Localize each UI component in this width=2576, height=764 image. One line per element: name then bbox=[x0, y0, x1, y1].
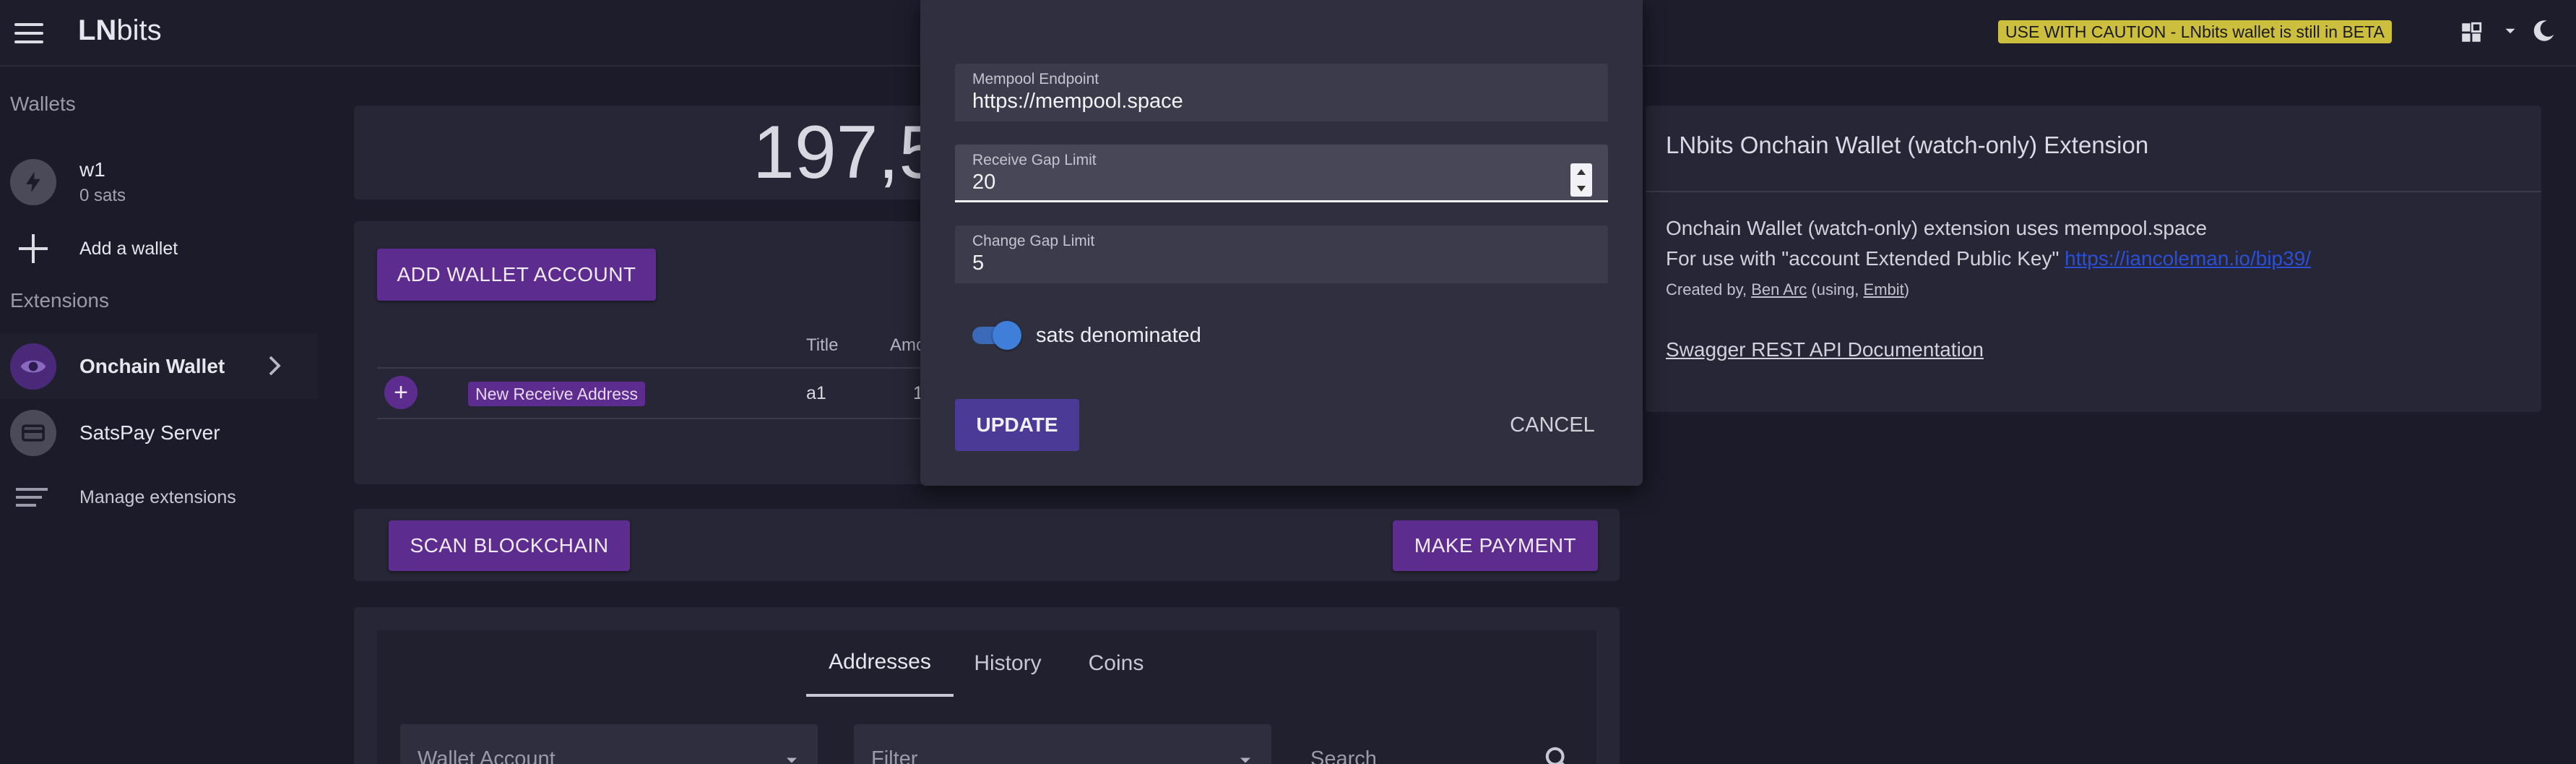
filter-select[interactable]: Filter bbox=[854, 724, 1271, 764]
actions-card: SCAN BLOCKCHAIN MAKE PAYMENT bbox=[354, 509, 1620, 581]
wallet-name: w1 bbox=[79, 158, 105, 181]
embit-link[interactable]: Embit bbox=[1864, 280, 1904, 299]
sats-denominated-label: sats denominated bbox=[1036, 324, 1201, 347]
add-wallet-item[interactable]: Add a wallet bbox=[0, 220, 318, 278]
beta-warning-badge: USE WITH CAUTION - LNbits wallet is stil… bbox=[1998, 20, 2392, 43]
wallet-account-select[interactable]: Wallet Account bbox=[400, 724, 818, 764]
wallets-heading: Wallets bbox=[10, 93, 76, 115]
onchain-wallet-label: Onchain Wallet bbox=[79, 355, 225, 377]
tab-addresses[interactable]: Addresses bbox=[806, 630, 954, 697]
receive-gap-limit-label: Receive Gap Limit bbox=[972, 152, 1097, 168]
cancel-button[interactable]: CANCEL bbox=[1484, 399, 1621, 451]
info-line-1: Onchain Wallet (watch-only) extension us… bbox=[1666, 217, 2208, 239]
app-logo[interactable]: LNbits bbox=[78, 14, 162, 47]
mempool-endpoint-value[interactable]: https://mempool.space bbox=[972, 90, 1183, 113]
sidebar-item-onchain-wallet[interactable]: Onchain Wallet bbox=[0, 334, 318, 399]
mempool-endpoint-field[interactable]: Mempool Endpoint https://mempool.space bbox=[955, 64, 1608, 121]
column-header-title: Title bbox=[806, 335, 839, 355]
extension-info-card: LNbits Onchain Wallet (watch-only) Exten… bbox=[1646, 106, 2541, 412]
menu-icon[interactable] bbox=[12, 16, 46, 51]
number-stepper[interactable] bbox=[1570, 163, 1592, 197]
satspay-label: SatsPay Server bbox=[79, 421, 220, 444]
tab-history[interactable]: History bbox=[954, 630, 1062, 697]
info-title: LNbits Onchain Wallet (watch-only) Exten… bbox=[1666, 132, 2149, 158]
chevron-right-icon bbox=[269, 356, 281, 376]
update-button[interactable]: UPDATE bbox=[955, 399, 1079, 451]
mempool-endpoint-label: Mempool Endpoint bbox=[972, 71, 1099, 87]
extensions-heading: Extensions bbox=[10, 289, 109, 312]
manage-extensions-item[interactable]: Manage extensions bbox=[0, 468, 318, 526]
receive-gap-limit-field[interactable]: Receive Gap Limit 20 bbox=[955, 145, 1608, 202]
list-lines-icon bbox=[16, 488, 51, 507]
sidebar-item-satspay-server[interactable]: SatsPay Server bbox=[0, 400, 318, 465]
sidebar: Wallets w1 0 sats Add a wallet Extension… bbox=[0, 66, 318, 764]
expand-row-icon[interactable]: + bbox=[384, 376, 418, 409]
tab-coins[interactable]: Coins bbox=[1062, 630, 1170, 697]
chevron-down-icon bbox=[787, 757, 797, 763]
stepper-up-icon[interactable] bbox=[1577, 168, 1586, 175]
sidebar-wallet-w1[interactable]: w1 0 sats bbox=[0, 146, 318, 218]
add-wallet-label: Add a wallet bbox=[79, 238, 178, 259]
info-line-2: For use with "account Extended Public Ke… bbox=[1666, 247, 2312, 270]
addresses-panel: Addresses History Coins Wallet Account F… bbox=[354, 607, 1620, 764]
moon-icon[interactable] bbox=[2530, 17, 2557, 45]
scan-blockchain-button[interactable]: SCAN BLOCKCHAIN bbox=[389, 520, 630, 571]
chevron-down-icon bbox=[1240, 757, 1250, 763]
tab-panel: Addresses History Coins Wallet Account F… bbox=[377, 630, 1596, 764]
add-wallet-account-button[interactable]: ADD WALLET ACCOUNT bbox=[377, 249, 656, 301]
settings-dialog: Mempool Endpoint https://mempool.space R… bbox=[920, 0, 1643, 486]
change-gap-limit-field[interactable]: Change Gap Limit 5 bbox=[955, 226, 1608, 283]
change-gap-limit-label: Change Gap Limit bbox=[972, 233, 1095, 249]
bip39-link[interactable]: https://iancoleman.io/bip39/ bbox=[2065, 247, 2311, 270]
new-receive-address-badge[interactable]: New Receive Address bbox=[468, 382, 645, 406]
sats-denominated-toggle[interactable] bbox=[972, 321, 1024, 350]
row-title: a1 bbox=[806, 383, 826, 403]
credit-card-icon bbox=[10, 410, 56, 456]
swagger-docs-link[interactable]: Swagger REST API Documentation bbox=[1666, 338, 1984, 361]
stepper-down-icon[interactable] bbox=[1577, 185, 1586, 192]
wallet-balance: 0 sats bbox=[79, 186, 126, 205]
apps-grid-icon[interactable] bbox=[2459, 20, 2484, 45]
created-by-line: Created by, Ben Arc (using, Embit) bbox=[1666, 280, 1910, 299]
receive-gap-limit-value[interactable]: 20 bbox=[972, 171, 995, 194]
bolt-icon bbox=[10, 159, 56, 205]
eye-icon bbox=[10, 343, 56, 390]
search-icon[interactable] bbox=[1543, 744, 1572, 764]
manage-extensions-label: Manage extensions bbox=[79, 486, 236, 507]
balance-amount: 197,5 bbox=[753, 111, 941, 194]
author-ben-arc-link[interactable]: Ben Arc bbox=[1751, 280, 1807, 299]
change-gap-limit-value[interactable]: 5 bbox=[972, 252, 984, 275]
make-payment-button[interactable]: MAKE PAYMENT bbox=[1393, 520, 1598, 571]
search-input[interactable]: Search bbox=[1305, 724, 1579, 764]
chevron-down-icon[interactable] bbox=[2501, 22, 2520, 40]
plus-icon bbox=[17, 233, 49, 265]
